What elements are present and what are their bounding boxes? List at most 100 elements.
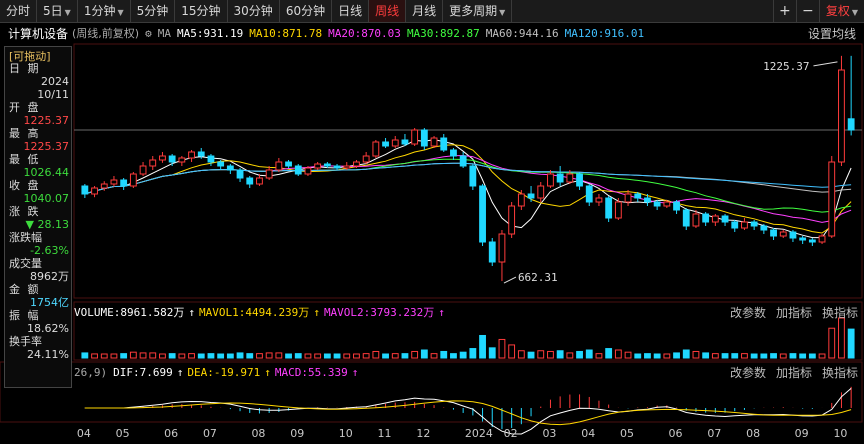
arrow-up-icon: ↑	[351, 365, 359, 379]
candle-body	[566, 173, 574, 183]
volume-add-indicator-button[interactable]: 加指标	[776, 304, 812, 321]
low-annotation: 662.31	[518, 271, 558, 284]
volume-bar	[838, 317, 845, 359]
volume-bar	[91, 353, 98, 359]
volume-bar	[818, 353, 826, 359]
candle-body	[741, 221, 748, 229]
open-label: 开 盘	[9, 101, 41, 114]
candle-body	[217, 161, 225, 167]
low-label: 最 低	[9, 153, 41, 166]
change-value: ▼ 28.13	[25, 218, 69, 231]
volume-bar	[517, 350, 525, 359]
volume-legend: VOLUME:8961.582万 ↑ MAVOL1:4494.239万 ↑ MA…	[74, 304, 449, 320]
volume-bar	[391, 353, 399, 359]
candle-body	[323, 163, 331, 167]
volume-bar	[779, 353, 787, 359]
volume-bar	[595, 353, 603, 359]
info-panel[interactable]: [可拖动] 日 期 2024 10/11 开 盘 1225.37 最 高 122…	[4, 46, 72, 388]
volume-bar	[275, 352, 283, 359]
volume-bar	[314, 353, 322, 359]
candle-body	[721, 215, 729, 223]
candle-body	[498, 233, 506, 263]
high-value: 1225.37	[23, 140, 70, 153]
x-tick-label: 08	[251, 427, 266, 440]
candle-body	[91, 187, 98, 195]
volume-bar	[430, 353, 438, 359]
x-tick-label: 04	[581, 427, 596, 440]
candle-body	[760, 225, 768, 231]
volume-bar	[808, 353, 816, 359]
volume-bar	[527, 351, 535, 359]
volume-bar	[488, 347, 496, 359]
candle-body	[314, 163, 322, 169]
volume-bar	[760, 353, 768, 359]
volume-bar	[401, 353, 409, 359]
volume-bar	[644, 353, 651, 359]
volume-bar	[653, 353, 661, 359]
change-label: 涨 跌	[9, 205, 41, 218]
low-pointer	[503, 276, 517, 284]
x-tick-label: 05	[115, 427, 130, 440]
pct-value: -2.63%	[30, 244, 69, 257]
drag-handle[interactable]: [可拖动]	[5, 47, 71, 63]
close-value: 1040.07	[23, 192, 70, 205]
x-tick-label: 06	[668, 427, 683, 440]
candle-body	[100, 183, 108, 189]
volume-bar	[197, 353, 205, 359]
candle-body	[333, 165, 341, 169]
candle-body	[634, 193, 642, 199]
candle-body	[702, 213, 710, 223]
time-axis: 04 05 06 07 08 09 10 11 12 2024 02 03 04 05 06 07 08 09 10	[0, 424, 864, 444]
x-tick-label: 12	[416, 427, 431, 440]
volume-bar	[682, 349, 690, 359]
candle-body	[479, 185, 486, 243]
ma30-line	[84, 158, 852, 213]
macd-add-indicator-button[interactable]: 加指标	[776, 364, 812, 381]
x-tick-label: 09	[290, 427, 305, 440]
volume-bar	[323, 353, 331, 359]
candle-body	[682, 209, 690, 227]
x-tick-label: 06	[164, 427, 179, 440]
volume-bar	[789, 353, 797, 359]
x-tick-label: 08	[746, 427, 761, 440]
volume-bar	[450, 353, 457, 359]
volume-value-label: VOLUME:8961.582万	[74, 306, 185, 319]
pct-label: 涨跌幅	[9, 231, 42, 244]
macd-modify-params-button[interactable]: 改参数	[730, 364, 766, 381]
dif-label: DIF:7.699	[113, 365, 173, 379]
turnover-label: 换手率	[9, 335, 42, 348]
candle-body	[789, 231, 797, 239]
volume-bar	[304, 353, 312, 359]
main-frame	[73, 43, 863, 299]
volume-switch-indicator-button[interactable]: 换指标	[822, 304, 858, 321]
volume-bar	[353, 353, 360, 359]
candle-body	[343, 165, 351, 169]
candle-body	[294, 165, 302, 175]
candle-body	[770, 229, 777, 237]
volume-bar	[828, 327, 836, 359]
volume-bar	[149, 352, 157, 359]
volume-modify-params-button[interactable]: 改参数	[730, 304, 766, 321]
volume-actions: 改参数 加指标 换指标	[720, 304, 858, 320]
volume-bar	[81, 352, 89, 359]
volume-bar	[605, 348, 613, 359]
candle-body	[265, 169, 273, 179]
volume-bar	[188, 353, 195, 359]
macd-switch-indicator-button[interactable]: 换指标	[822, 364, 858, 381]
volume-bar	[799, 353, 807, 359]
x-tick-label: 07	[707, 427, 722, 440]
candle-body	[430, 137, 438, 147]
candle-body	[663, 201, 671, 207]
volume-bar	[731, 353, 739, 359]
candle-body	[692, 213, 700, 227]
volume-bar	[750, 353, 758, 359]
candle-body	[236, 169, 244, 179]
volume-bar	[110, 353, 118, 359]
arrow-up-icon: ↑	[438, 305, 445, 319]
candle-body	[459, 155, 467, 167]
volume-bar	[692, 350, 700, 359]
candle-body	[110, 179, 118, 185]
x-tick-label: 09	[794, 427, 809, 440]
candle-body	[508, 205, 516, 235]
candle-body	[838, 69, 845, 163]
